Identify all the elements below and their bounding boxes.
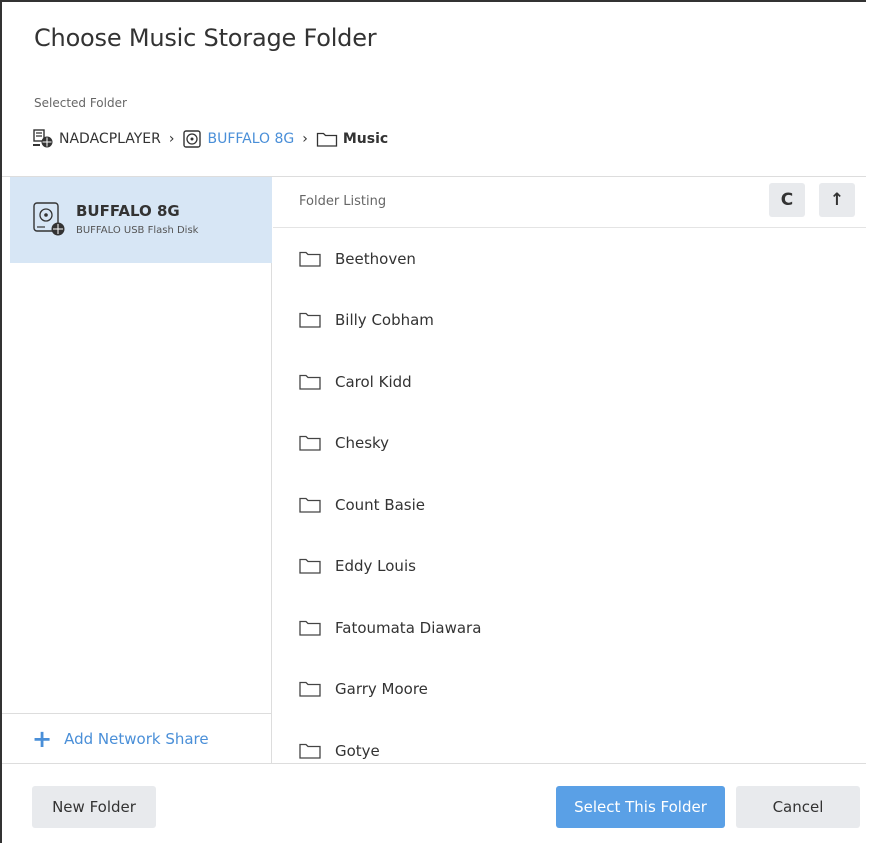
folder-name: Gotye (335, 741, 380, 760)
choose-folder-dialog: Choose Music Storage Folder Selected Fol… (0, 0, 866, 843)
folder-name: Chesky (335, 434, 390, 453)
folder-icon (299, 251, 321, 267)
folder-icon (299, 497, 321, 513)
list-item[interactable]: Count Basie (273, 474, 866, 536)
breadcrumb-item-buffalo[interactable]: BUFFALO 8G (182, 129, 294, 149)
folder-list: Beethoven Billy Cobham Carol Kidd Chesky… (273, 228, 866, 763)
folder-icon (299, 682, 321, 697)
folder-name: Garry Moore (335, 680, 428, 699)
breadcrumb: NADACPLAYER › BUFFALO 8G › Music (32, 126, 388, 152)
disk-icon (183, 130, 202, 148)
breadcrumb-label: NADACPLAYER (59, 131, 161, 147)
refresh-icon: C (780, 190, 794, 210)
folder-icon (299, 436, 321, 451)
drive-description: BUFFALO USB Flash Disk (76, 225, 199, 236)
folder-name: Eddy Louis (335, 557, 416, 576)
folder-listing: Folder Listing C ↑ Beethoven Billy Cobha… (273, 177, 866, 763)
folder-listing-title: Folder Listing (299, 194, 387, 209)
add-network-share-button[interactable]: + Add Network Share (2, 713, 272, 763)
breadcrumb-item-music[interactable]: Music (316, 130, 388, 148)
selected-folder-label: Selected Folder (34, 96, 127, 110)
new-folder-button[interactable]: New Folder (32, 786, 156, 828)
folder-name: Billy Cobham (335, 311, 434, 330)
folder-icon (299, 743, 321, 759)
arrow-up-icon: ↑ (829, 190, 845, 210)
list-item[interactable]: Carol Kidd (273, 351, 866, 413)
breadcrumb-separator: › (302, 131, 308, 147)
plus-icon: + (32, 724, 53, 753)
list-item[interactable]: Chesky (273, 413, 866, 475)
list-item[interactable]: Fatoumata Diawara (273, 597, 866, 659)
folder-name: Beethoven (335, 249, 416, 268)
cancel-button[interactable]: Cancel (736, 786, 860, 828)
breadcrumb-label: Music (342, 131, 389, 147)
refresh-button[interactable]: C (769, 183, 805, 217)
folder-name: Carol Kidd (335, 372, 412, 391)
list-item[interactable]: Eddy Louis (273, 536, 866, 598)
folder-icon (299, 374, 321, 390)
folder-name: Fatoumata Diawara (335, 618, 482, 637)
sidebar: BUFFALO 8G BUFFALO USB Flash Disk + Add … (2, 177, 272, 763)
folder-icon (299, 559, 321, 574)
breadcrumb-separator: › (168, 131, 175, 147)
select-folder-button[interactable]: Select This Folder (556, 786, 725, 828)
folder-icon (299, 313, 321, 328)
breadcrumb-label: BUFFALO 8G (207, 131, 295, 147)
sidebar-item-buffalo-8g[interactable]: BUFFALO 8G BUFFALO USB Flash Disk (10, 177, 272, 263)
add-network-share-label: Add Network Share (64, 729, 209, 748)
drive-name: BUFFALO 8G (76, 202, 180, 220)
folder-icon (299, 620, 321, 636)
list-item[interactable]: Garry Moore (273, 659, 866, 721)
usb-disk-icon (33, 202, 65, 236)
computer-network-icon (33, 129, 53, 148)
list-item[interactable]: Billy Cobham (273, 290, 866, 352)
list-item[interactable]: Gotye (273, 720, 866, 763)
folder-icon (316, 132, 338, 147)
parent-folder-button[interactable]: ↑ (819, 183, 855, 217)
list-item[interactable]: Beethoven (273, 228, 866, 290)
dialog-footer: New Folder Select This Folder Cancel (2, 762, 866, 845)
folder-listing-header: Folder Listing C ↑ (273, 177, 866, 228)
breadcrumb-item-nadacplayer[interactable]: NADACPLAYER (32, 129, 161, 149)
browser-panel: BUFFALO 8G BUFFALO USB Flash Disk + Add … (2, 176, 866, 764)
dialog-title: Choose Music Storage Folder (34, 24, 377, 52)
folder-name: Count Basie (335, 495, 426, 514)
